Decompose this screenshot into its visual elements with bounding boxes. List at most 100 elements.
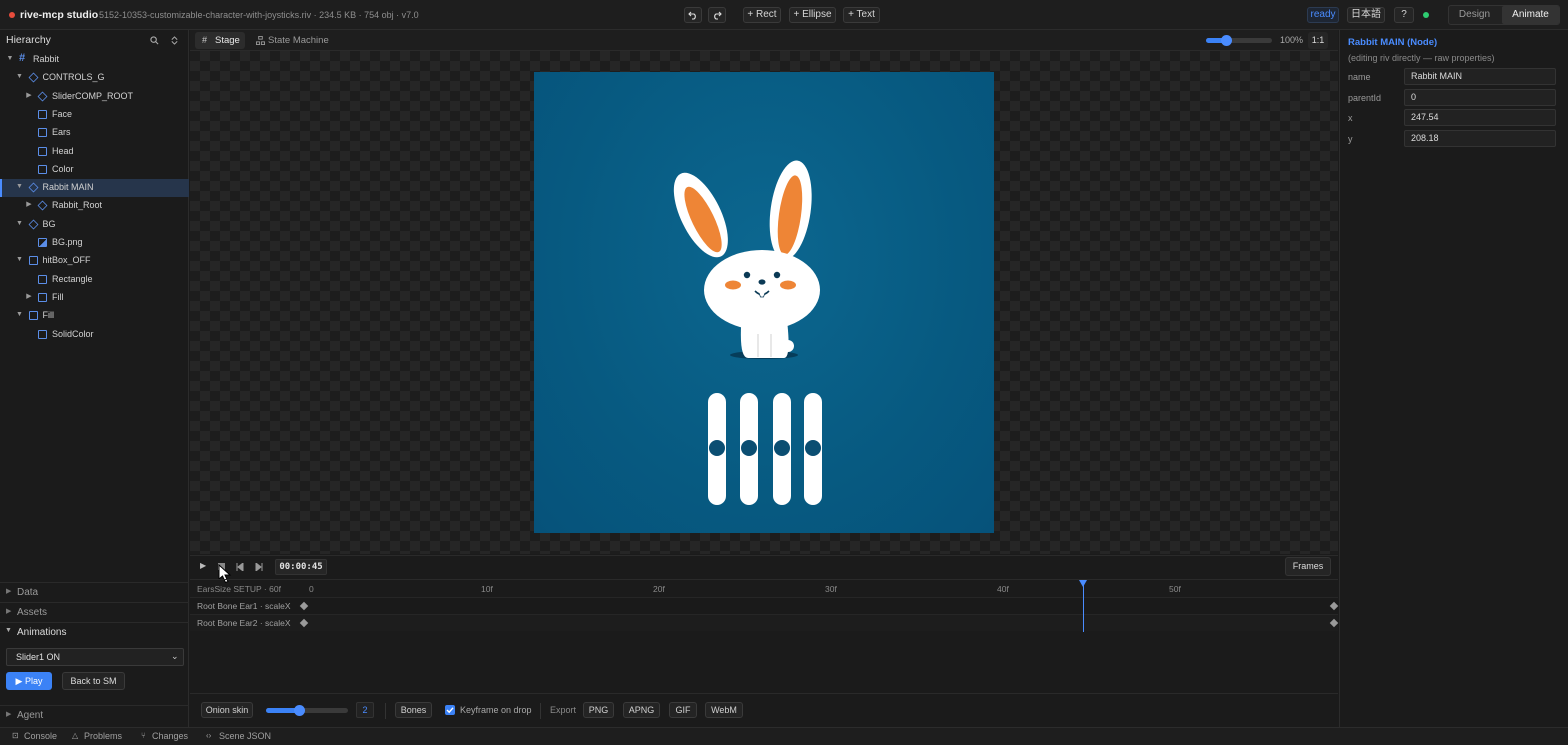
changes-tab[interactable]: Changes — [152, 731, 188, 741]
tree-item-ears[interactable]: Ears — [0, 124, 189, 142]
group-icon — [28, 182, 38, 193]
problems-tab[interactable]: Problems — [84, 731, 122, 741]
artboard[interactable] — [534, 72, 994, 533]
skip-forward-icon[interactable] — [255, 563, 263, 571]
animation-select[interactable]: Slider1 ON ⌄ — [6, 648, 184, 666]
chevron-down-icon[interactable]: ▼ — [16, 311, 24, 319]
back-to-sm-button[interactable]: Back to SM — [62, 672, 125, 690]
frames-button[interactable]: Frames — [1285, 557, 1331, 576]
onion-skin-slider[interactable] — [266, 705, 348, 716]
tree-item-rabbit-main[interactable]: ▼ Rabbit MAIN — [0, 179, 189, 198]
tree-item-solidcolor[interactable]: SolidColor — [0, 326, 189, 344]
onion-skin-slider-thumb[interactable] — [293, 705, 305, 716]
search-icon[interactable] — [150, 36, 159, 45]
timeline-track-row[interactable]: Root Bone Ear2 · scaleX — [190, 614, 1339, 631]
section-data[interactable]: ▶ Data — [0, 582, 189, 602]
add-rect-button[interactable]: + Rect — [743, 7, 781, 23]
skip-back-icon[interactable] — [236, 563, 244, 571]
slider-knob[interactable] — [774, 440, 790, 456]
zoom-level: 100% — [1280, 35, 1304, 45]
slider-knob[interactable] — [709, 440, 725, 456]
tab-stage[interactable]: # Stage — [195, 32, 245, 49]
play-icon[interactable]: ▶ — [200, 561, 206, 570]
zoom-slider[interactable] — [1206, 35, 1272, 46]
playhead[interactable] — [1079, 580, 1087, 632]
actual-size-button[interactable]: 1:1 — [1308, 32, 1328, 49]
tab-state-machine[interactable]: State Machine — [252, 32, 332, 49]
tree-item-bg[interactable]: ▼ BG — [0, 216, 189, 234]
stage-canvas[interactable] — [190, 51, 1338, 554]
hierarchy-header: Hierarchy — [0, 30, 189, 50]
property-input[interactable]: Rabbit MAIN — [1404, 68, 1556, 85]
collapse-all-icon[interactable] — [170, 36, 179, 45]
tree-item-head[interactable]: Head — [0, 143, 189, 161]
playhead-handle[interactable] — [1079, 580, 1087, 587]
property-input[interactable]: 0 — [1404, 88, 1556, 106]
redo-button[interactable] — [708, 7, 726, 23]
export-apng-button[interactable]: APNG — [623, 702, 660, 718]
section-animations[interactable]: ▼ Animations — [0, 622, 189, 642]
timeline-ruler[interactable]: EarsSize SETUP · 60f 0 10f 20f 30f 40f 50f — [190, 579, 1338, 597]
slider-track[interactable] — [773, 393, 791, 505]
keyframe-diamond-icon[interactable] — [299, 618, 309, 628]
property-input[interactable]: 247.54 — [1404, 109, 1556, 126]
section-assets[interactable]: ▶ Assets — [0, 602, 189, 622]
keyframe-on-drop-checkbox[interactable] — [445, 705, 455, 715]
add-ellipse-button[interactable]: + Ellipse — [789, 7, 836, 23]
slider-track[interactable] — [708, 393, 726, 505]
console-tab[interactable]: Console — [24, 731, 57, 741]
bones-button[interactable]: Bones — [395, 702, 432, 718]
chevron-down-icon[interactable]: ▼ — [16, 73, 24, 81]
frame-tick-label: 0 — [309, 584, 314, 594]
connection-status-icon — [1423, 12, 1429, 18]
chevron-down-icon[interactable]: ▼ — [16, 256, 24, 264]
timeline-track-row[interactable]: Root Bone Ear1 · scaleX — [190, 597, 1339, 614]
tree-item-slidercomp-root[interactable]: ▶ SliderCOMP_ROOT — [0, 88, 189, 106]
scene-json-tab[interactable]: Scene JSON — [219, 731, 271, 741]
keyframe-diamond-icon[interactable] — [1329, 601, 1339, 611]
export-webm-button[interactable]: WebM — [705, 702, 743, 718]
group-icon — [28, 219, 38, 230]
status-badge: ready — [1307, 7, 1339, 23]
keyframe-diamond-icon[interactable] — [299, 601, 309, 611]
slider-track[interactable] — [804, 393, 822, 505]
language-button[interactable]: 日本語 — [1347, 7, 1385, 23]
keyframe-diamond-icon[interactable] — [1329, 618, 1339, 628]
chevron-down-icon[interactable]: ▼ — [6, 55, 14, 63]
mode-animate-button[interactable]: Animate — [1502, 6, 1559, 24]
tree-item-bg-png[interactable]: BG.png — [0, 234, 189, 252]
chevron-down-icon[interactable]: ▼ — [16, 220, 24, 228]
tree-item-label: Fill — [42, 310, 55, 321]
tree-item-fill[interactable]: ▶ Fill — [0, 289, 189, 307]
zoom-slider-thumb[interactable] — [1220, 35, 1232, 46]
tree-item-rabbit[interactable]: ▼ # Rabbit — [0, 51, 189, 69]
chevron-right-icon[interactable]: ▶ — [25, 201, 33, 209]
tree-item-rabbit-root[interactable]: ▶ Rabbit_Root — [0, 197, 189, 215]
chevron-down-icon[interactable]: ▼ — [16, 183, 24, 191]
chevron-right-icon[interactable]: ▶ — [25, 92, 33, 100]
tree-item-face[interactable]: Face — [0, 106, 189, 124]
tree-item-color[interactable]: Color — [0, 161, 189, 179]
property-input[interactable]: 208.18 — [1404, 129, 1556, 147]
chevron-right-icon[interactable]: ▶ — [25, 293, 33, 301]
mode-design-button[interactable]: Design — [1449, 6, 1500, 24]
tree-item-controls-g[interactable]: ▼ CONTROLS_G — [0, 69, 189, 87]
undo-button[interactable] — [684, 7, 702, 23]
rabbit-character[interactable] — [534, 72, 994, 533]
play-animation-button[interactable]: ▶ Play — [6, 672, 52, 690]
export-png-button[interactable]: PNG — [583, 702, 614, 718]
section-agent[interactable]: ▶ Agent — [0, 705, 189, 725]
slider-knob[interactable] — [805, 440, 821, 456]
export-gif-button[interactable]: GIF — [669, 702, 697, 718]
tree-item-fill[interactable]: ▼ Fill — [0, 307, 189, 325]
add-text-button[interactable]: + Text — [843, 7, 880, 23]
onion-skin-button[interactable]: Onion skin — [201, 702, 253, 718]
shape-icon — [38, 109, 47, 119]
tree-item-hitbox-off[interactable]: ▼ hitBox_OFF — [0, 252, 189, 270]
slider-track[interactable] — [740, 393, 758, 505]
help-button[interactable]: ? — [1394, 7, 1414, 23]
tree-item-rectangle[interactable]: Rectangle — [0, 271, 189, 289]
slider-knob[interactable] — [741, 440, 757, 456]
chevron-down-icon: ⌄ — [171, 651, 179, 661]
grid-icon: # — [202, 35, 208, 45]
